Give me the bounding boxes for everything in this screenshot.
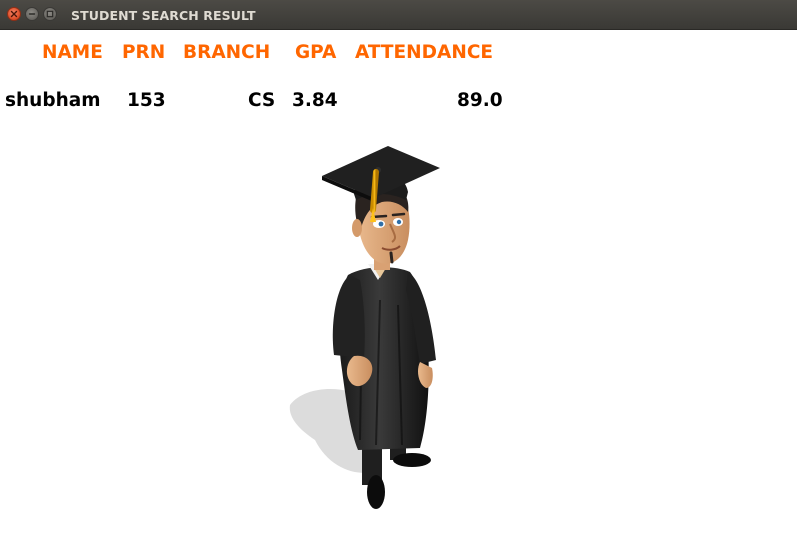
cell-branch: CS: [248, 90, 276, 111]
cell-attendance: 89.0: [457, 90, 503, 111]
header-prn: PRN: [122, 42, 166, 63]
maximize-icon[interactable]: [43, 7, 57, 21]
window-title: STUDENT SEARCH RESULT: [71, 8, 256, 23]
header-attendance: ATTENDANCE: [355, 42, 494, 63]
cell-prn: 153: [127, 90, 166, 111]
header-branch: BRANCH: [183, 42, 271, 63]
student-search-result-window: STUDENT SEARCH RESULT NAME PRN BRANCH GP…: [0, 0, 797, 547]
header-gpa: GPA: [295, 42, 337, 63]
title-bar[interactable]: STUDENT SEARCH RESULT: [0, 0, 797, 30]
header-name: NAME: [42, 42, 103, 63]
close-icon[interactable]: [7, 7, 21, 21]
graduate-cartoon-icon: [270, 140, 460, 520]
cell-gpa: 3.84: [292, 90, 338, 111]
cell-name: shubham: [5, 90, 101, 111]
minimize-icon[interactable]: [25, 7, 39, 21]
